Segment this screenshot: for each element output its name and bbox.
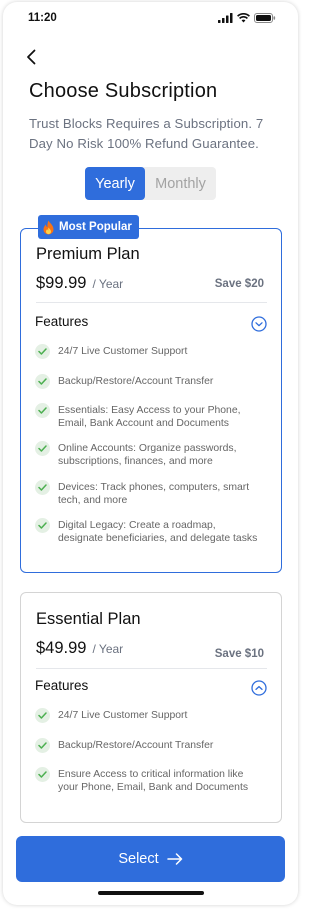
badge-label: Most Popular xyxy=(59,221,132,233)
price-row: $49.99 / Year xyxy=(36,639,123,658)
feature-text: Essentials: Easy Access to your Phone, E… xyxy=(58,405,241,429)
feature-item: 24/7 Live Customer Support xyxy=(35,708,258,723)
premium-plan-card[interactable]: Most Popular Premium Plan $99.99 / Year … xyxy=(20,215,282,573)
feature-text: 24/7 Live Customer Support xyxy=(58,346,188,357)
feature-text: 24/7 Live Customer Support xyxy=(58,710,188,721)
plan-name: Premium Plan xyxy=(36,245,140,263)
check-icon xyxy=(35,708,50,723)
save-label: Save $10 xyxy=(214,648,264,660)
back-button[interactable] xyxy=(21,46,41,68)
features-label: Features xyxy=(35,678,89,693)
feature-text: Digital Legacy: Create a roadmap, design… xyxy=(58,520,258,544)
billing-toggle: Yearly Monthly xyxy=(85,167,216,200)
check-icon xyxy=(35,767,50,782)
select-label: Select xyxy=(118,851,159,867)
feature-text: Ensure Access to critical information li… xyxy=(58,769,249,793)
page-subtitle: Trust Blocks Requires a Subscription. 7 … xyxy=(29,116,264,151)
wifi-icon xyxy=(237,13,250,23)
check-icon xyxy=(35,344,50,359)
plan-price: $99.99 xyxy=(36,274,87,292)
feature-item: Ensure Access to critical information li… xyxy=(35,767,258,794)
plan-price: $49.99 xyxy=(36,639,87,657)
status-bar: 11:20 xyxy=(3,2,298,36)
feature-item: 24/7 Live Customer Support xyxy=(35,344,258,359)
save-label: Save $20 xyxy=(214,278,264,290)
check-icon xyxy=(35,403,50,418)
page-title: Choose Subscription xyxy=(29,80,218,102)
battery-icon xyxy=(254,13,276,23)
feature-item: Essentials: Easy Access to your Phone, E… xyxy=(35,403,258,430)
chevron-left-icon xyxy=(27,49,36,65)
most-popular-badge: Most Popular xyxy=(38,215,139,239)
feature-text: Backup/Restore/Account Transfer xyxy=(58,376,214,387)
feature-item: Backup/Restore/Account Transfer xyxy=(35,374,258,389)
phone-screen: 11:20 Choose Subscription Trust Blocks R… xyxy=(3,2,298,905)
plan-period: / Year xyxy=(92,642,124,656)
feature-item: Devices: Track phones, computers, smart … xyxy=(35,480,258,507)
feature-item: Backup/Restore/Account Transfer xyxy=(35,738,258,753)
arrow-right-icon xyxy=(166,853,182,865)
plan-name: Essential Plan xyxy=(36,610,141,628)
check-icon xyxy=(35,480,50,495)
plan-period: / Year xyxy=(92,277,124,291)
divider xyxy=(36,302,267,303)
signal-icon xyxy=(218,13,233,23)
fire-icon xyxy=(43,220,54,234)
price-row: $99.99 / Year xyxy=(36,274,123,293)
feature-text: Devices: Track phones, computers, smart … xyxy=(58,482,250,506)
toggle-yearly[interactable]: Yearly xyxy=(85,167,145,200)
feature-text: Backup/Restore/Account Transfer xyxy=(58,740,214,751)
toggle-monthly[interactable]: Monthly xyxy=(145,167,216,200)
features-label: Features xyxy=(35,314,89,329)
feature-item: Digital Legacy: Create a roadmap, design… xyxy=(35,518,258,545)
essential-plan-card[interactable]: Essential Plan $49.99 / Year Save $10 Fe… xyxy=(20,592,282,823)
check-icon xyxy=(35,374,50,389)
check-icon xyxy=(35,738,50,753)
chevron-up-icon[interactable] xyxy=(251,680,267,696)
status-icons xyxy=(218,13,276,23)
chevron-down-icon[interactable] xyxy=(251,316,267,332)
check-icon xyxy=(35,518,50,533)
feature-text: Online Accounts: Organize passwords, sub… xyxy=(58,443,237,467)
divider xyxy=(36,668,267,669)
home-indicator xyxy=(98,891,204,895)
status-time: 11:20 xyxy=(28,12,57,24)
select-button[interactable]: Select xyxy=(16,836,285,882)
feature-item: Online Accounts: Organize passwords, sub… xyxy=(35,441,258,468)
check-icon xyxy=(35,441,50,456)
